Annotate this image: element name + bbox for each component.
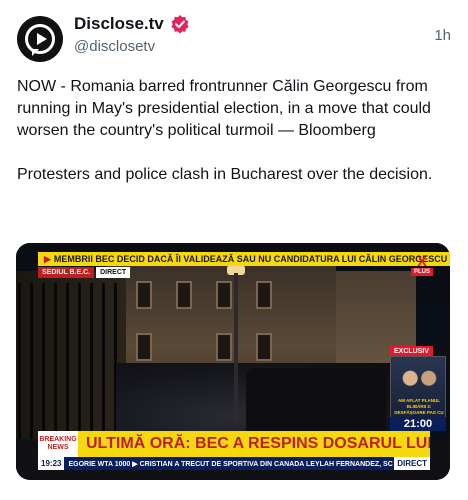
verified-badge-icon	[170, 14, 190, 34]
top-news-ticker: ▶ MEMBRII BEC DECID DACĂ ÎI VALIDEAZĂ SA…	[38, 252, 450, 266]
bottom-news-ticker: 19:23 EGORIE WTA 1000 ▶ CRISTIAN A TRECU…	[38, 457, 430, 470]
headline-banner: ULTIMĂ ORĂ: BEC A RESPINS DOSARUL LUI CĂ…	[78, 431, 430, 457]
ticker-arrow-icon: ▶	[44, 253, 51, 264]
channel-logo-mark: X	[417, 253, 427, 269]
promo-thumbnail: AM AFLAT PLANUL BLIBĂRII 2: DESFĂȘOARE P…	[390, 356, 446, 421]
post-paragraph-2: Protesters and police clash in Bucharest…	[17, 166, 433, 183]
author-handle[interactable]: @disclosetv	[74, 38, 155, 55]
post-card[interactable]: Disclose.tv @disclosetv 1h NOW - Romania…	[0, 0, 468, 500]
author-name-row: Disclose.tv	[74, 14, 190, 34]
avatar[interactable]	[17, 16, 63, 62]
display-name[interactable]: Disclose.tv	[74, 14, 164, 34]
play-bubble-icon	[25, 24, 55, 54]
source-label-row: SEDIUL B.E.C. DIRECT	[38, 267, 131, 278]
channel-logo: X PLUS	[408, 251, 436, 279]
top-ticker-text: MEMBRII BEC DECID DACĂ ÎI VALIDEAZĂ SAU …	[53, 254, 448, 264]
post-timestamp[interactable]: 1h	[434, 27, 451, 44]
bottom-ticker-text: EGORIE WTA 1000 ▶ CRISTIAN A TRECUT DE S…	[68, 460, 393, 468]
broadcast-clock: 21:00	[390, 417, 446, 431]
breaking-news-badge: BREAKING NEWS	[38, 431, 78, 457]
bottom-ticker-time: 19:23	[38, 457, 65, 470]
post-paragraph-1: NOW - Romania barred frontrunner Călin G…	[17, 78, 431, 139]
post-body: NOW - Romania barred frontrunner Călin G…	[17, 76, 449, 186]
live-tag: DIRECT	[96, 267, 131, 278]
source-tag: SEDIUL B.E.C.	[38, 267, 95, 278]
bottom-live-tag: DIRECT	[394, 457, 430, 470]
channel-logo-plus: PLUS	[410, 268, 433, 276]
video-media[interactable]: ▶ MEMBRII BEC DECID DACĂ ÎI VALIDEAZĂ SA…	[16, 243, 450, 480]
